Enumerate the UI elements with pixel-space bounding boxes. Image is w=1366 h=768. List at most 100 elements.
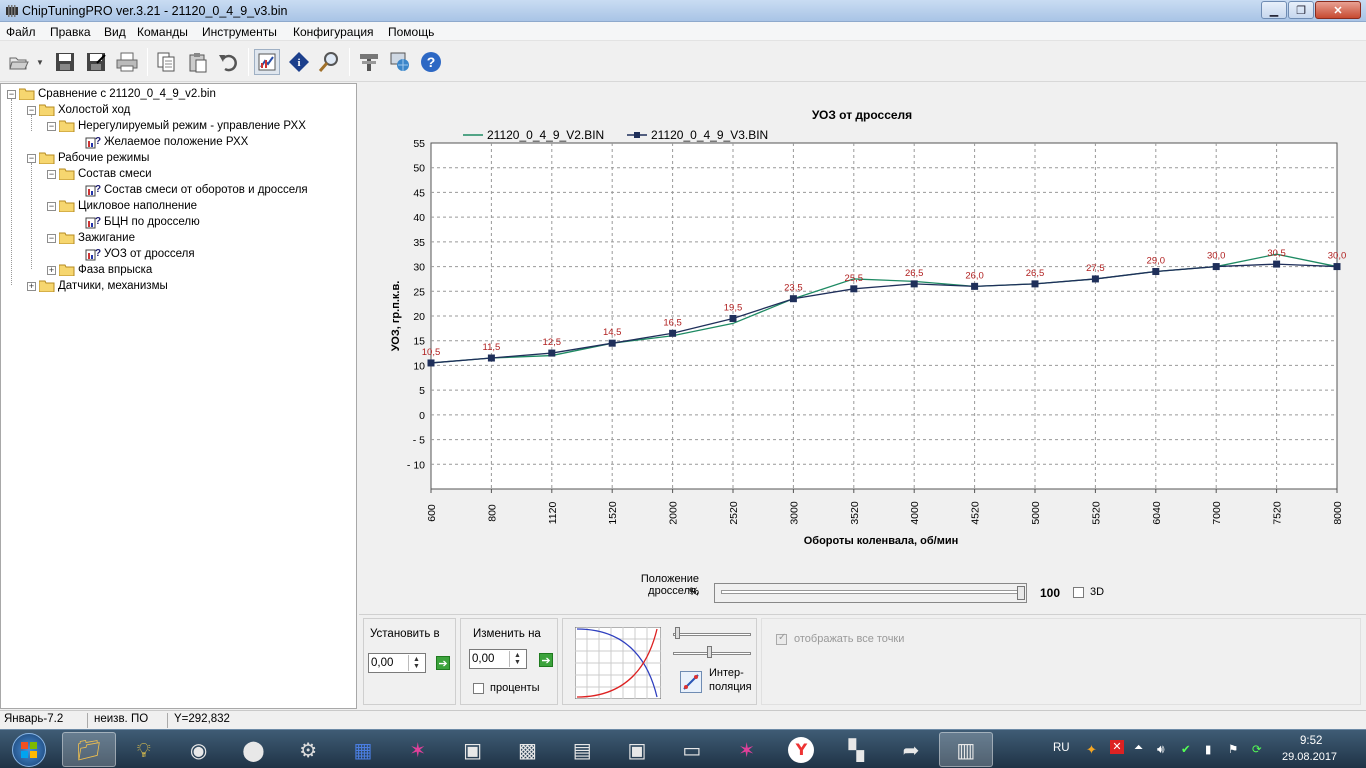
spin-arrows-icon[interactable]: ▲ ▼ bbox=[509, 651, 525, 667]
tree-item-idle-unregulated[interactable]: − Нерегулируемый режим - управление РХХ bbox=[47, 118, 306, 134]
menu-configuration[interactable]: Конфигурация bbox=[293, 25, 374, 39]
maximize-button[interactable]: ❐ bbox=[1288, 1, 1314, 19]
open-dropdown-button[interactable]: ▼ bbox=[33, 49, 47, 75]
taskbar-app-button[interactable]: ◉ bbox=[172, 732, 226, 767]
collapse-toggle[interactable]: − bbox=[47, 201, 56, 211]
tree-item-root[interactable]: − Сравнение с 21120_0_4_9_v2.bin bbox=[7, 86, 216, 102]
tree-item-mixture[interactable]: − Состав смеси bbox=[47, 166, 152, 182]
tree-item-mixture-map[interactable]: ? Состав смеси от оборотов и дросселя bbox=[85, 182, 308, 198]
menu-commands[interactable]: Команды bbox=[137, 25, 188, 39]
slider-thumb[interactable] bbox=[675, 627, 680, 639]
taskbar-app-button[interactable]: ▣ bbox=[446, 732, 500, 767]
taskbar-app-button[interactable]: ▦ bbox=[336, 732, 390, 767]
tree-item-idle-desired[interactable]: ? Желаемое положение РХХ bbox=[85, 134, 248, 150]
volume-icon[interactable]: 🔊︎ bbox=[1157, 742, 1165, 757]
search-button[interactable] bbox=[316, 49, 342, 75]
network-status-icon[interactable]: ✔ bbox=[1181, 742, 1191, 756]
slider-thumb[interactable] bbox=[707, 646, 712, 658]
taskbar-app-button[interactable]: Y bbox=[774, 732, 828, 767]
3d-checkbox[interactable] bbox=[1073, 587, 1084, 598]
data-label: 29,0 bbox=[1147, 256, 1166, 267]
info-button[interactable]: i bbox=[286, 49, 312, 75]
minimize-button[interactable]: ▁ bbox=[1261, 1, 1287, 19]
collapse-toggle[interactable]: − bbox=[47, 169, 56, 179]
help-button[interactable]: ? bbox=[418, 49, 444, 75]
taskbar-app-button[interactable]: ✶ bbox=[720, 732, 774, 767]
set-value-input[interactable]: 0,00 ▲ ▼ bbox=[368, 653, 426, 673]
taskbar-app-button[interactable]: ⚙ bbox=[281, 732, 335, 767]
tree-item-injection-phase[interactable]: + Фаза впрыска bbox=[47, 262, 152, 278]
change-label: Изменить на bbox=[473, 628, 541, 640]
avast-icon[interactable]: ✦ bbox=[1086, 742, 1097, 758]
tree-item-ignition[interactable]: − Зажигание bbox=[47, 230, 135, 246]
collapse-toggle[interactable]: − bbox=[47, 121, 56, 131]
curve-slider-bottom[interactable] bbox=[673, 646, 751, 660]
close-button[interactable]: ✕ bbox=[1315, 1, 1361, 19]
taskbar-app-button[interactable]: ➦ bbox=[884, 732, 938, 767]
tree-item-work-modes[interactable]: − Рабочие режимы bbox=[27, 150, 149, 166]
curve-preview-icon[interactable] bbox=[575, 627, 661, 699]
taskbar-app-button[interactable]: ▭ bbox=[665, 732, 719, 767]
menu-edit[interactable]: Правка bbox=[50, 25, 91, 39]
undo-button[interactable] bbox=[215, 49, 241, 75]
tree-item-sensors[interactable]: + Датчики, механизмы bbox=[27, 278, 168, 294]
curve-slider-top[interactable] bbox=[673, 627, 751, 641]
y-tick-label: 55 bbox=[413, 138, 425, 150]
uoz-chart[interactable]: 600 800 1120 1520 2000 2520 3000 3520 4000 4520 50… bbox=[359, 83, 1366, 613]
print-button[interactable] bbox=[114, 49, 140, 75]
tree-item-cyclic-fill[interactable]: − Цикловое наполнение bbox=[47, 198, 197, 214]
collapse-toggle[interactable]: − bbox=[27, 153, 36, 163]
chart-view-button[interactable] bbox=[254, 49, 280, 75]
sync-icon[interactable]: ⟳ bbox=[1252, 742, 1262, 756]
tools-button[interactable] bbox=[356, 49, 382, 75]
spin-arrows-icon[interactable]: ▲ ▼ bbox=[408, 655, 424, 671]
menu-tools[interactable]: Инструменты bbox=[202, 25, 277, 39]
tree-item-idle[interactable]: − Холостой ход bbox=[27, 102, 130, 118]
taskbar-app-button[interactable]: 📁︎ bbox=[62, 732, 116, 767]
open-button[interactable] bbox=[6, 49, 32, 75]
copy-button[interactable] bbox=[153, 49, 179, 75]
clock-date[interactable]: 29.08.2017 bbox=[1282, 751, 1337, 763]
device-icon[interactable]: ▮ bbox=[1205, 742, 1211, 756]
network-button[interactable] bbox=[387, 49, 413, 75]
change-value-input[interactable]: 0,00 ▲ ▼ bbox=[469, 649, 527, 669]
tree-item-uoz[interactable]: ? УОЗ от дросселя bbox=[85, 246, 195, 262]
y-tick-label: 5 bbox=[419, 385, 425, 397]
interpolation-button[interactable] bbox=[680, 671, 702, 693]
throttle-thumb[interactable] bbox=[1017, 586, 1025, 600]
save-as-button[interactable] bbox=[83, 49, 109, 75]
apply-set-button[interactable]: ➔ bbox=[436, 656, 450, 670]
taskbar-app-button[interactable]: ▣ bbox=[610, 732, 664, 767]
taskbar-app-button[interactable]: ▩ bbox=[500, 732, 554, 767]
y-tick-label: - 5 bbox=[413, 435, 425, 447]
save-button[interactable] bbox=[52, 49, 78, 75]
expand-toggle[interactable]: + bbox=[47, 265, 56, 275]
error-icon[interactable]: ✕ bbox=[1110, 740, 1124, 754]
collapse-toggle[interactable]: − bbox=[7, 89, 16, 99]
taskbar-app-button[interactable]: ⬤ bbox=[226, 732, 280, 767]
taskbar-app-button[interactable]: ▥ bbox=[938, 732, 993, 767]
percent-checkbox[interactable] bbox=[473, 683, 484, 694]
clock-time[interactable]: 9:52 bbox=[1300, 735, 1322, 747]
taskbar-app-button[interactable]: 💡︎ bbox=[117, 732, 171, 767]
start-button[interactable] bbox=[6, 732, 52, 768]
tray-expand-icon[interactable]: ⏶ bbox=[1134, 742, 1143, 755]
x-tick-label: 800 bbox=[486, 504, 498, 522]
menu-help[interactable]: Помощь bbox=[388, 25, 434, 39]
tree-item-bcn[interactable]: ? БЦН по дросселю bbox=[85, 214, 200, 230]
apply-change-button[interactable]: ➔ bbox=[539, 653, 553, 667]
menu-file[interactable]: Файл bbox=[6, 25, 36, 39]
paste-button[interactable] bbox=[185, 49, 211, 75]
expand-toggle[interactable]: + bbox=[27, 281, 36, 291]
language-indicator[interactable]: RU bbox=[1053, 742, 1070, 754]
throttle-slider[interactable] bbox=[714, 583, 1027, 603]
taskbar-app-button[interactable]: ✶ bbox=[391, 732, 445, 767]
chart-view-icon bbox=[258, 53, 276, 71]
flag-icon[interactable]: ⚑ bbox=[1228, 742, 1238, 756]
collapse-toggle[interactable]: − bbox=[47, 233, 56, 243]
taskbar-app-button[interactable]: ▚ bbox=[829, 732, 883, 767]
collapse-toggle[interactable]: − bbox=[27, 105, 36, 115]
menu-view[interactable]: Вид bbox=[104, 25, 126, 39]
taskbar-app-button[interactable]: ▤ bbox=[555, 732, 609, 767]
show-all-points-checkbox[interactable]: ✓ bbox=[776, 632, 787, 645]
